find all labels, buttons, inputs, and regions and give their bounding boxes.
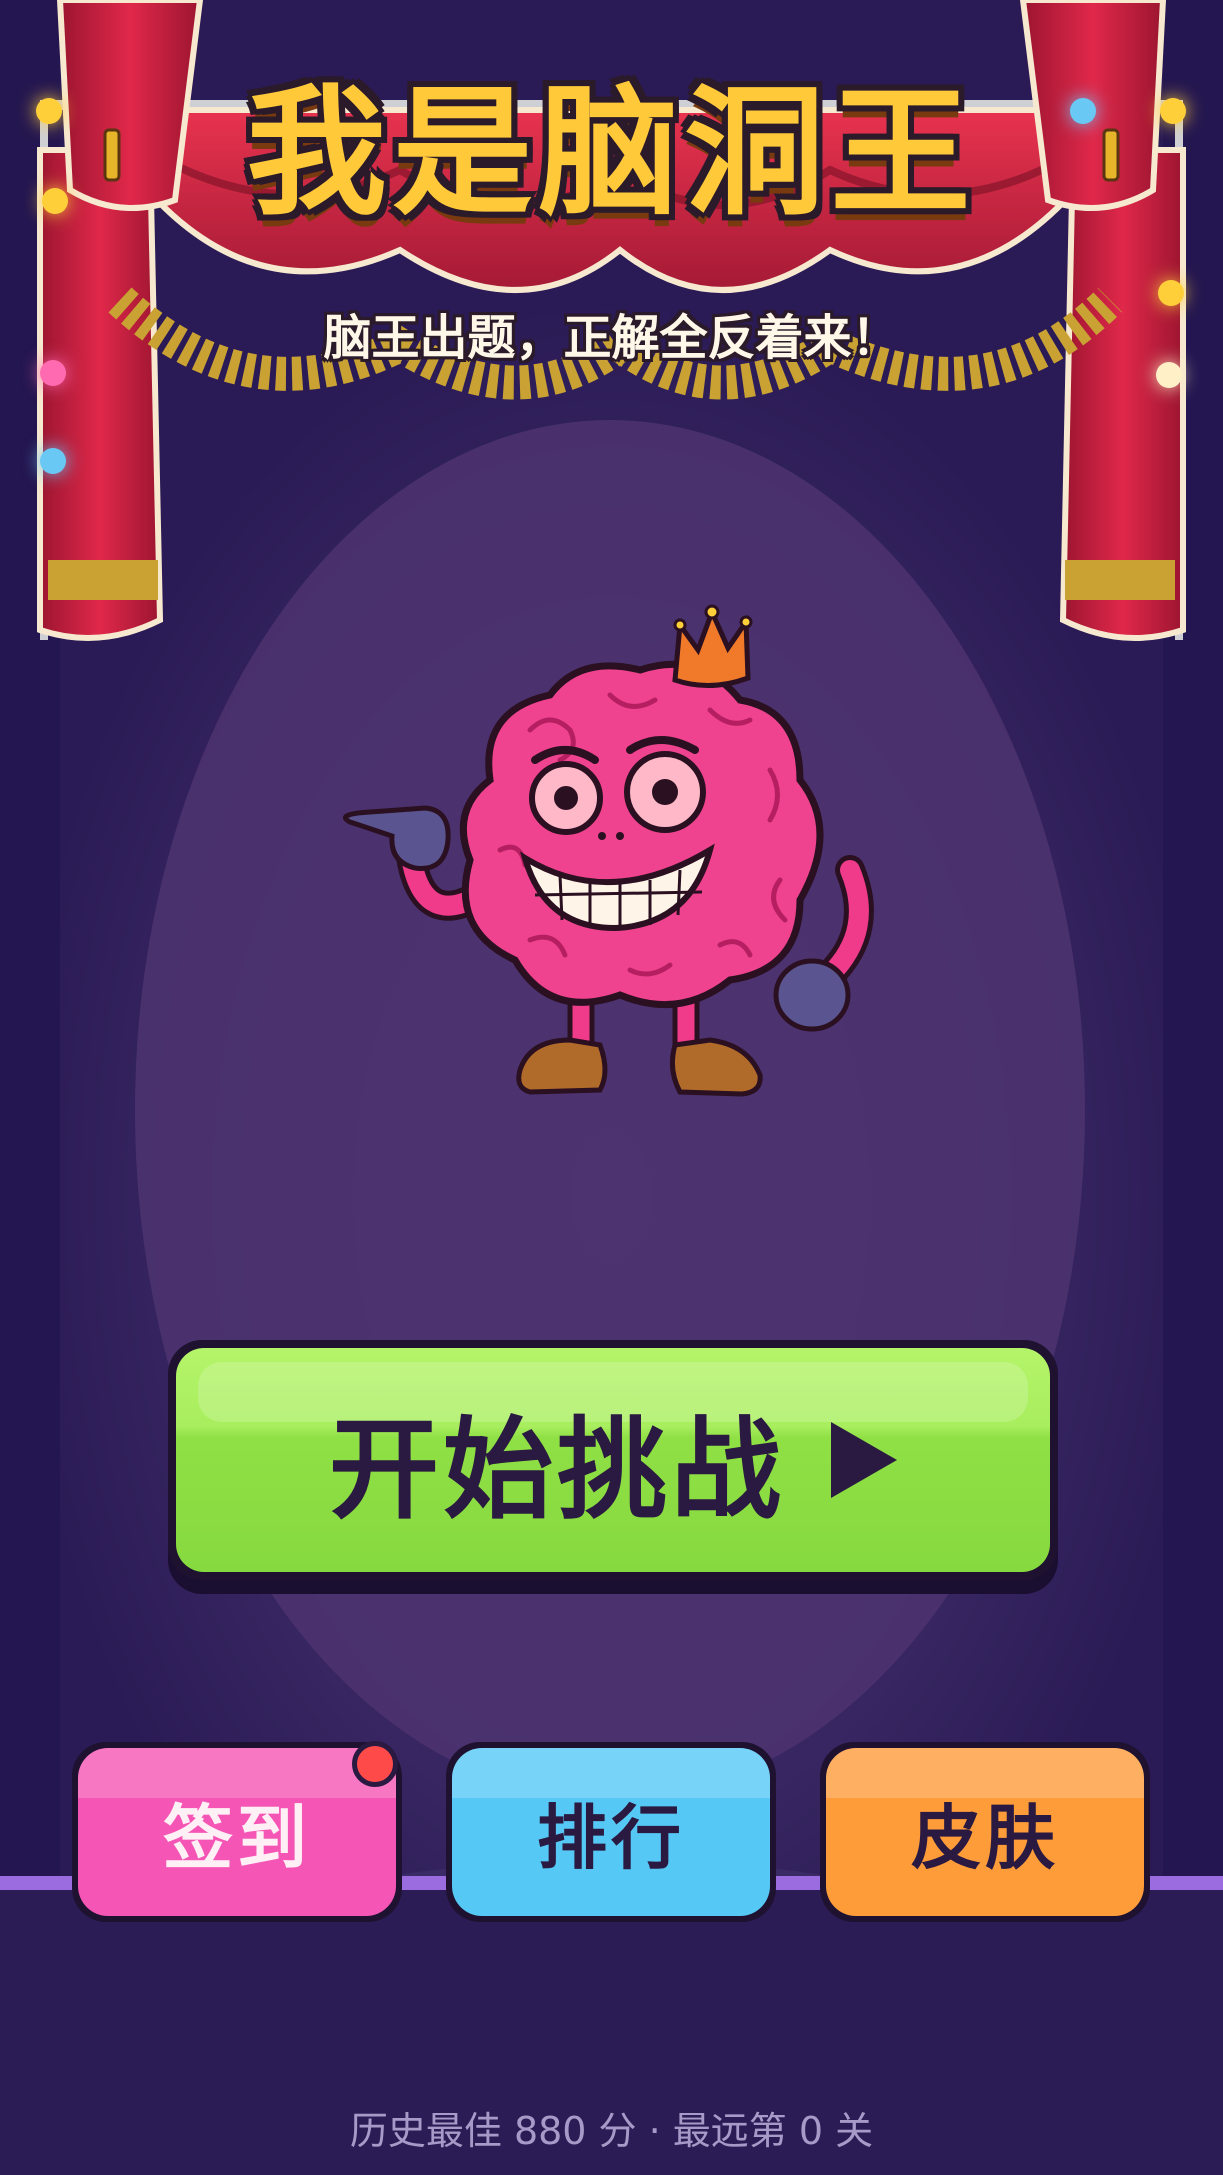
start-challenge-label: 开始挑战 — [329, 1406, 785, 1534]
brain-king-mascot — [343, 604, 874, 1097]
checkin-label: 签到 — [163, 1796, 311, 1879]
leaderboard-label: 排行 — [537, 1796, 685, 1879]
game-title: 我是脑洞王 — [246, 72, 977, 235]
skin-label: 皮肤 — [911, 1796, 1059, 1879]
start-challenge-button[interactable]: 开始挑战 — [168, 1340, 1058, 1580]
game-subtitle: 脑王出题，正解全反着来！ — [323, 310, 900, 366]
notification-dot — [352, 1741, 398, 1787]
stats-footer: 历史最佳 880 分 · 最远第 0 关 — [349, 2109, 874, 2153]
skin-button[interactable]: 皮肤 — [820, 1742, 1150, 1922]
light-bulb — [40, 448, 66, 474]
leaderboard-button[interactable]: 排行 — [446, 1742, 776, 1922]
play-icon — [831, 1422, 897, 1498]
